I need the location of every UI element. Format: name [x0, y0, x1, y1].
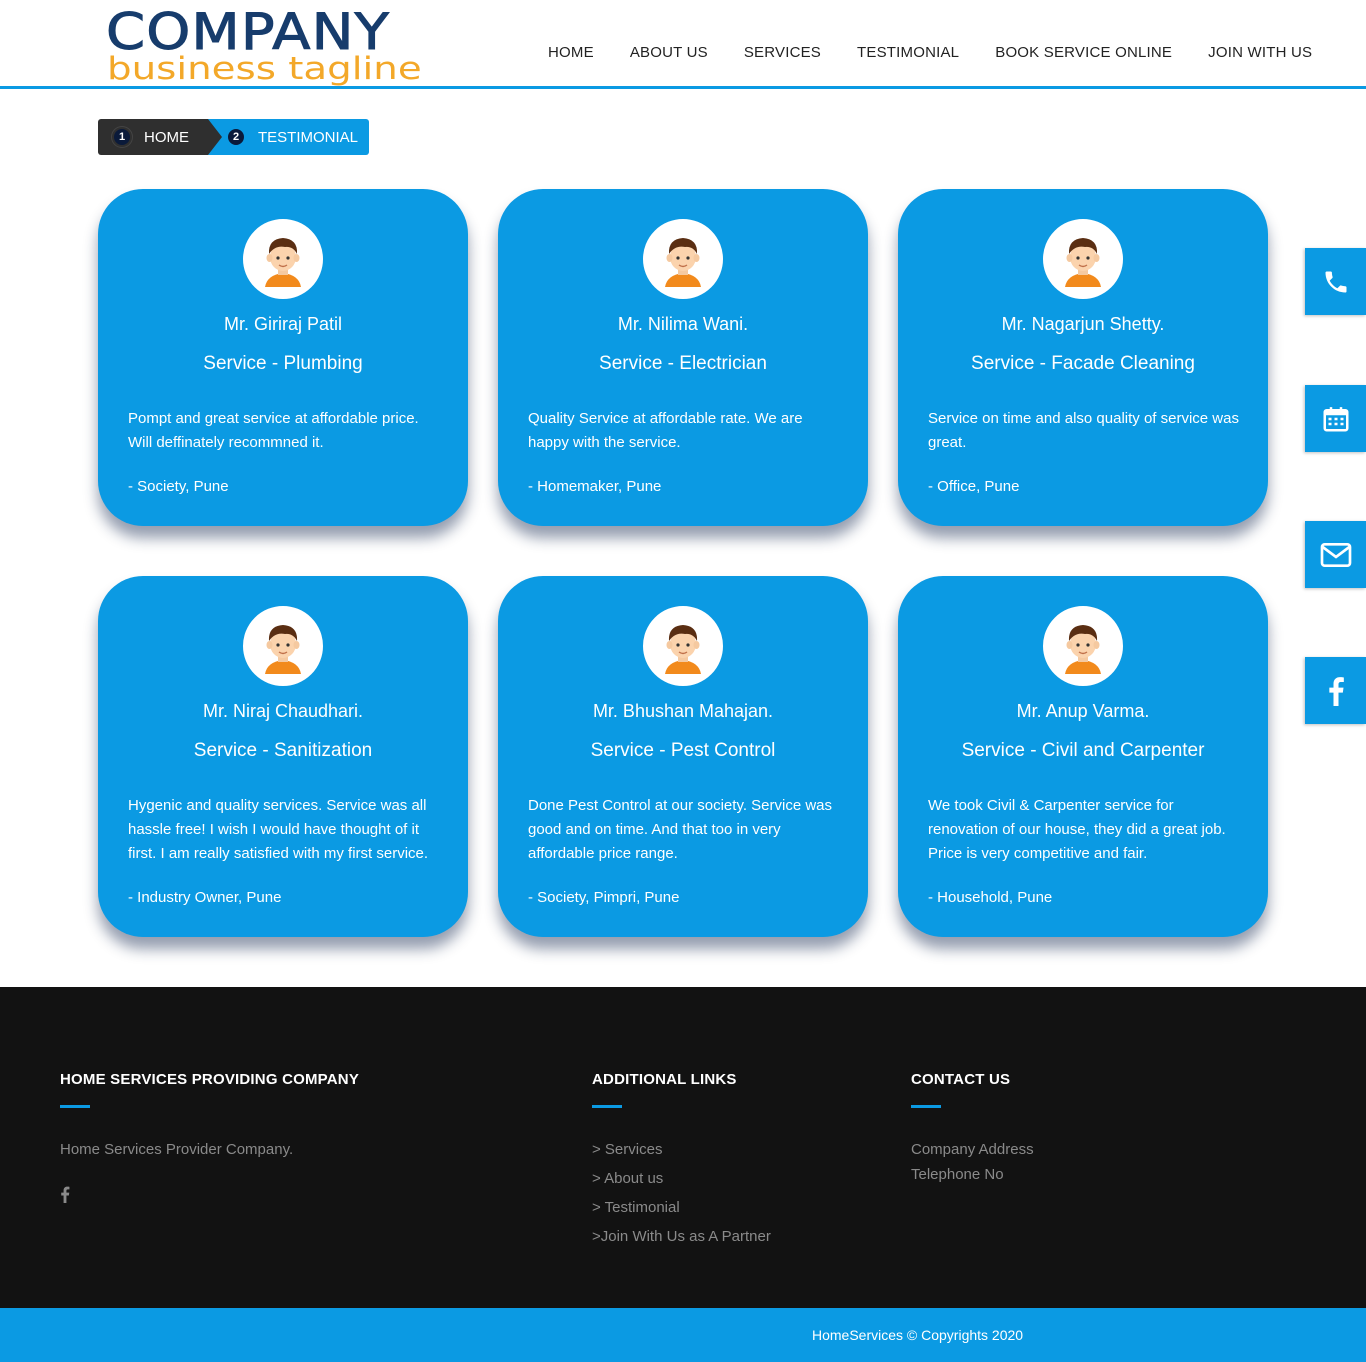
service-name: Service - Civil and Carpenter: [961, 740, 1205, 761]
footer-facebook-link[interactable]: [60, 1186, 72, 1204]
footer-contact-title: CONTACT US: [911, 1071, 1011, 1088]
footer-address: Company Address: [911, 1141, 1034, 1158]
side-phone-button[interactable]: [1305, 248, 1366, 315]
review-text: Quality Service at affordable rate. We a…: [528, 410, 803, 451]
service-name: Service - Sanitization: [193, 740, 373, 761]
footer-link-services[interactable]: > Services: [592, 1141, 771, 1158]
testimonial-card: Mr. Anup Varma. Service - Civil and Carp…: [898, 576, 1268, 937]
footer-links-column: ADDITIONAL LINKS > Services > About us >…: [592, 1071, 771, 1245]
customer-name: Mr. Nilima Wani.: [617, 314, 749, 334]
breadcrumb-current: 2 TESTIMONIAL: [208, 119, 369, 155]
service-name: Service - Plumbing: [203, 353, 363, 374]
avatar: [1043, 219, 1123, 299]
copyright-bar: HomeServices © Copyrights 2020: [0, 1308, 1366, 1362]
footer-contact-column: CONTACT US Company Address Telephone No: [911, 1071, 1034, 1183]
title-underline: [592, 1105, 622, 1108]
facebook-icon: [61, 1186, 70, 1203]
customer-type: - Society, Pune: [128, 478, 229, 495]
customer-name: Mr. Niraj Chaudhari.: [202, 701, 364, 721]
title-underline: [911, 1105, 941, 1108]
avatar: [643, 606, 723, 686]
nav-book-service-online[interactable]: BOOK SERVICE ONLINE: [995, 44, 1172, 61]
review-text: Done Pest Control at our society. Servic…: [528, 797, 833, 862]
breadcrumb: 1 HOME 2 TESTIMONIAL: [98, 119, 369, 155]
footer-telephone: Telephone No: [911, 1166, 1004, 1183]
footer-link-testimonial[interactable]: > Testimonial: [592, 1199, 771, 1216]
testimonial-card: Mr. Giriraj Patil Service - Plumbing Pom…: [98, 189, 468, 526]
breadcrumb-current-label: TESTIMONIAL: [258, 128, 359, 146]
side-facebook-button[interactable]: [1305, 657, 1366, 724]
footer-link-about-us[interactable]: > About us: [592, 1170, 771, 1187]
customer-name: Mr. Bhushan Mahajan.: [592, 701, 774, 721]
footer-links-title: ADDITIONAL LINKS: [592, 1071, 737, 1088]
footer-company-title: HOME SERVICES PROVIDING COMPANY: [60, 1071, 360, 1088]
side-mail-button[interactable]: [1305, 521, 1366, 588]
testimonial-card: Mr. Nagarjun Shetty. Service - Facade Cl…: [898, 189, 1268, 526]
breadcrumb-step-number: 1: [112, 127, 132, 147]
customer-name: Mr. Nagarjun Shetty.: [1001, 314, 1165, 334]
main-nav: HOME ABOUT US SERVICES TESTIMONIAL BOOK …: [530, 44, 1330, 61]
site-header: COMPANY business tagline HOME ABOUT US S…: [0, 0, 1366, 89]
service-name: Service - Pest Control: [590, 740, 776, 761]
customer-type: - Office, Pune: [928, 478, 1020, 495]
testimonial-card: Mr. Niraj Chaudhari. Service - Sanitizat…: [98, 576, 468, 937]
breadcrumb-home-label: HOME: [144, 128, 189, 146]
review-text: Pompt and great service at affordable pr…: [128, 410, 419, 451]
avatar: [643, 219, 723, 299]
breadcrumb-home[interactable]: 1 HOME: [98, 119, 222, 155]
user-avatar-icon: [245, 221, 321, 297]
user-avatar-icon: [245, 608, 321, 684]
nav-testimonial[interactable]: TESTIMONIAL: [857, 44, 959, 61]
customer-type: - Industry Owner, Pune: [128, 889, 282, 906]
avatar: [243, 219, 323, 299]
avatar: [243, 606, 323, 686]
review-text: We took Civil & Carpenter service for re…: [928, 797, 1226, 862]
customer-type: - Household, Pune: [928, 889, 1053, 906]
phone-icon: [1325, 271, 1346, 292]
nav-join-with-us[interactable]: JOIN WITH US: [1208, 44, 1312, 61]
nav-about-us[interactable]: ABOUT US: [630, 44, 708, 61]
customer-type: - Society, Pimpri, Pune: [528, 889, 680, 906]
side-calendar-button[interactable]: [1305, 385, 1366, 452]
footer-link-join-partner[interactable]: >Join With Us as A Partner: [592, 1228, 771, 1245]
testimonial-card: Mr. Nilima Wani. Service - Electrician Q…: [498, 189, 868, 526]
calendar-icon: [1323, 406, 1348, 431]
copyright-text: HomeServices © Copyrights 2020: [812, 1327, 1024, 1343]
review-text: Hygenic and quality services. Service wa…: [128, 797, 429, 862]
title-underline: [60, 1105, 90, 1108]
avatar: [1043, 606, 1123, 686]
breadcrumb-step-number: 2: [226, 127, 246, 147]
site-footer: HOME SERVICES PROVIDING COMPANY Home Ser…: [0, 987, 1366, 1308]
footer-company-column: HOME SERVICES PROVIDING COMPANY Home Ser…: [60, 1071, 359, 1204]
facebook-icon: [1328, 676, 1344, 706]
mail-icon: [1320, 542, 1351, 567]
nav-home[interactable]: HOME: [548, 44, 594, 61]
testimonial-card: Mr. Bhushan Mahajan. Service - Pest Cont…: [498, 576, 868, 937]
customer-type: - Homemaker, Pune: [528, 478, 662, 495]
review-text: Service on time and also quality of serv…: [928, 410, 1239, 451]
user-avatar-icon: [1045, 221, 1121, 297]
user-avatar-icon: [645, 221, 721, 297]
nav-services[interactable]: SERVICES: [744, 44, 821, 61]
user-avatar-icon: [645, 608, 721, 684]
service-name: Service - Electrician: [599, 353, 767, 374]
logo-tagline-text: business tagline: [107, 51, 422, 87]
company-logo[interactable]: COMPANY business tagline: [105, 6, 421, 87]
service-name: Service - Facade Cleaning: [971, 353, 1195, 374]
footer-company-text: Home Services Provider Company.: [60, 1141, 294, 1158]
customer-name: Mr. Giriraj Patil: [223, 314, 342, 334]
customer-name: Mr. Anup Varma.: [1016, 701, 1150, 721]
user-avatar-icon: [1045, 608, 1121, 684]
